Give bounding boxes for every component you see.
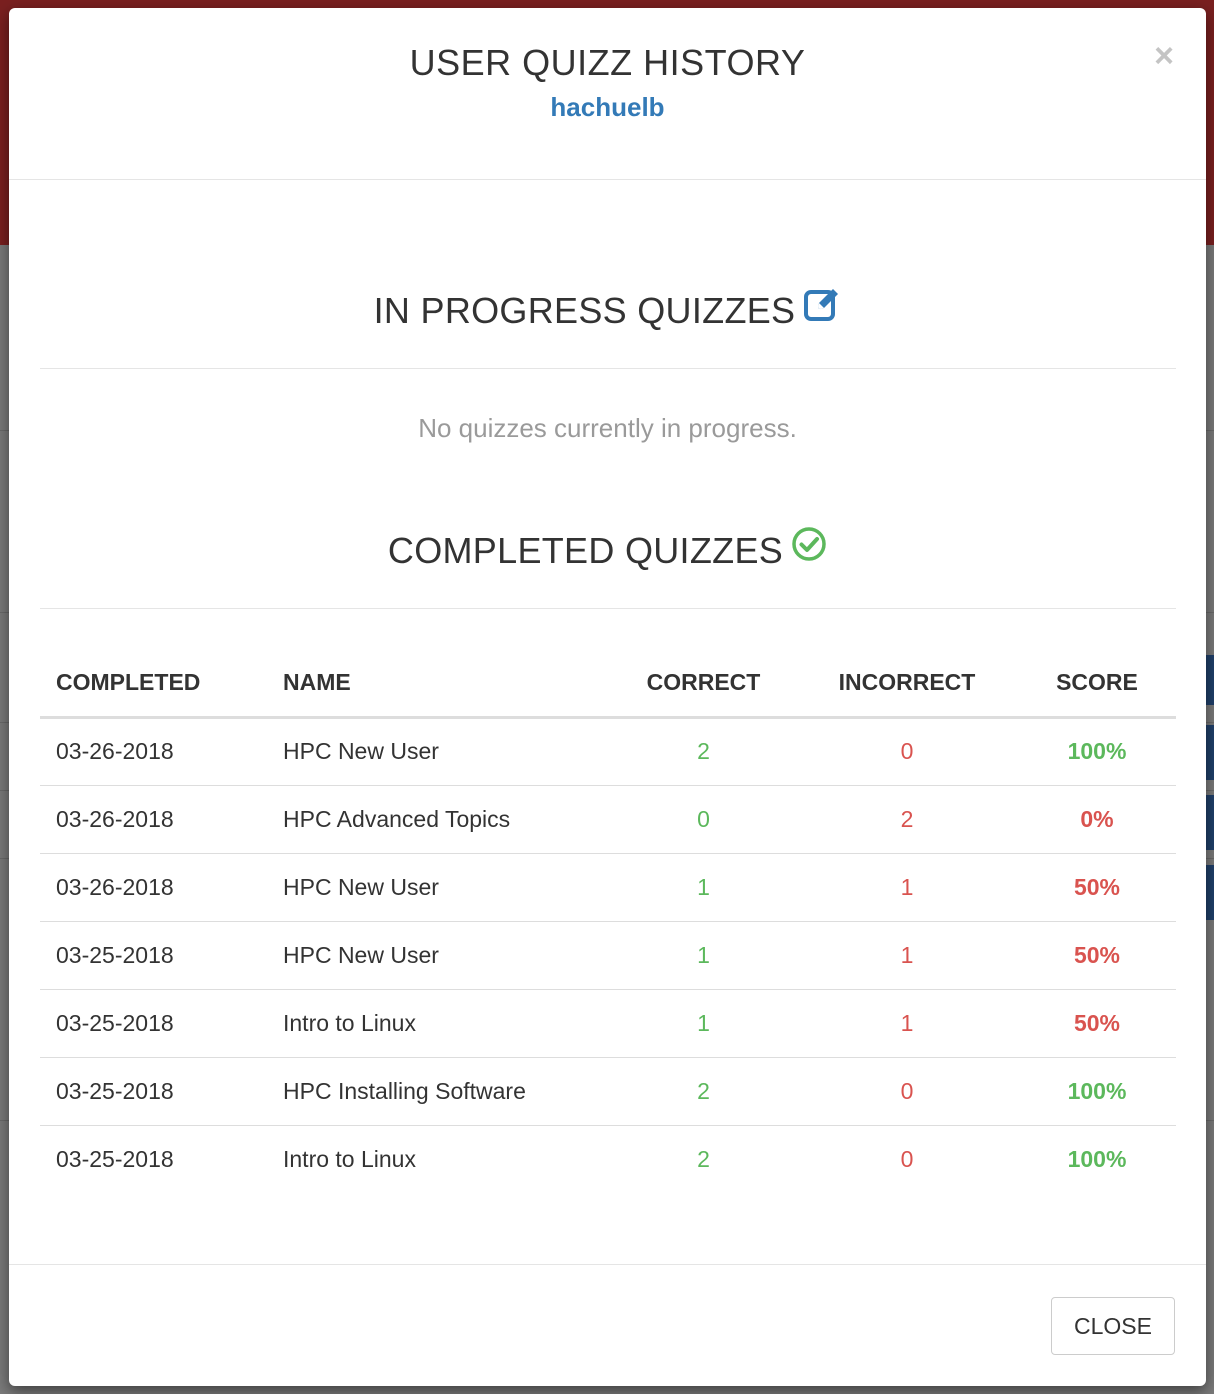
table-header-row: COMPLETED NAME CORRECT INCORRECT SCORE (40, 649, 1176, 719)
quiz-name: Intro to Linux (267, 989, 611, 1058)
incorrect-count: 1 (796, 921, 1018, 990)
completed-date: 03-25-2018 (40, 989, 267, 1058)
completed-heading: COMPLETED QUIZZES (9, 527, 1206, 576)
incorrect-count: 0 (796, 1057, 1018, 1126)
table-row: 03-25-2018 HPC New User 1 1 50% (40, 921, 1176, 990)
table-row: 03-26-2018 HPC New User 2 0 100% (40, 717, 1176, 786)
modal-footer: CLOSE (9, 1264, 1206, 1386)
check-circle-icon (791, 526, 827, 571)
quiz-name: HPC New User (267, 853, 611, 922)
correct-count: 1 (611, 853, 796, 922)
in-progress-title: IN PROGRESS QUIZZES (373, 290, 796, 332)
quiz-name: HPC New User (267, 921, 611, 990)
completed-date: 03-26-2018 (40, 717, 267, 786)
column-header-score[interactable]: SCORE (1018, 649, 1176, 719)
column-header-name[interactable]: NAME (267, 649, 611, 719)
quiz-name: HPC Installing Software (267, 1057, 611, 1126)
completed-date: 03-26-2018 (40, 853, 267, 922)
table-row: 03-26-2018 HPC New User 1 1 50% (40, 853, 1176, 922)
table-row: 03-25-2018 Intro to Linux 2 0 100% (40, 1125, 1176, 1193)
section-divider (40, 368, 1176, 369)
score-value: 100% (1018, 1057, 1176, 1126)
modal-title: USER QUIZZ HISTORY (409, 42, 806, 83)
column-header-completed[interactable]: COMPLETED (40, 649, 267, 719)
empty-state-message: No quizzes currently in progress. (418, 413, 797, 443)
correct-count: 2 (611, 717, 796, 786)
table-row: 03-26-2018 HPC Advanced Topics 0 2 0% (40, 785, 1176, 854)
quiz-name: Intro to Linux (283, 1145, 416, 1172)
score-value: 0% (1018, 785, 1176, 854)
quiz-name: HPC New User (267, 717, 611, 786)
incorrect-count: 0 (900, 1145, 914, 1172)
incorrect-count: 1 (796, 853, 1018, 922)
close-icon[interactable]: × (1149, 38, 1179, 74)
section-divider (40, 608, 1176, 609)
quiz-history-modal: USER QUIZZ HISTORY hachuelb × IN PROGRES… (9, 8, 1206, 1386)
score-value: 50% (1018, 989, 1176, 1058)
edit-icon (803, 285, 841, 332)
correct-count: 0 (611, 785, 796, 854)
score-value: 100% (1067, 1145, 1127, 1172)
table-row: 03-25-2018 HPC Installing Software 2 0 1… (40, 1057, 1176, 1126)
score-value: 50% (1018, 853, 1176, 922)
close-button[interactable]: CLOSE (1051, 1297, 1175, 1355)
table-row: 03-25-2018 Intro to Linux 1 1 50% (40, 989, 1176, 1058)
completed-date: 03-26-2018 (40, 785, 267, 854)
column-header-correct[interactable]: CORRECT (611, 649, 796, 719)
score-value: 50% (1018, 921, 1176, 990)
correct-count: 1 (611, 989, 796, 1058)
modal-header: USER QUIZZ HISTORY hachuelb × (9, 8, 1206, 180)
completed-title: COMPLETED QUIZZES (387, 530, 784, 571)
completed-quizzes-table: COMPLETED NAME CORRECT INCORRECT SCORE 0… (40, 649, 1176, 1193)
completed-date: 03-25-2018 (40, 921, 267, 990)
in-progress-heading: IN PROGRESS QUIZZES (9, 289, 1206, 337)
quiz-name: HPC Advanced Topics (267, 785, 611, 854)
incorrect-count: 0 (796, 717, 1018, 786)
correct-count: 2 (611, 1057, 796, 1126)
correct-count: 1 (611, 921, 796, 990)
score-value: 100% (1018, 717, 1176, 786)
username-label: hachuelb (550, 92, 665, 122)
incorrect-count: 1 (796, 989, 1018, 1058)
completed-date: 03-25-2018 (40, 1057, 267, 1126)
incorrect-count: 2 (796, 785, 1018, 854)
completed-date: 03-25-2018 (56, 1145, 174, 1172)
correct-count: 2 (697, 1145, 710, 1172)
column-header-incorrect[interactable]: INCORRECT (796, 649, 1018, 719)
